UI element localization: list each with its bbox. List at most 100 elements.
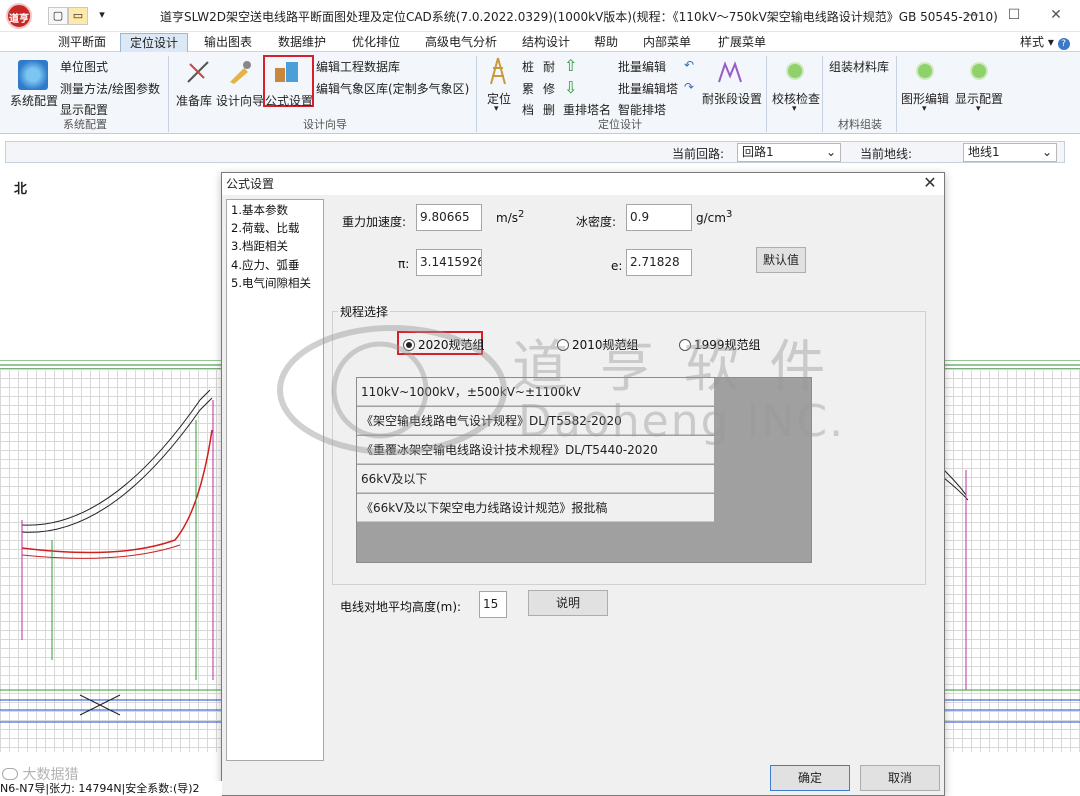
undo-icon[interactable]: ↶ [684, 58, 694, 72]
tab-survey[interactable]: 测平断面 [56, 33, 108, 52]
minimize-button[interactable]: — [952, 4, 992, 26]
check-dropdown-icon[interactable]: ▾ [792, 104, 797, 114]
style-menu[interactable]: 样式 ▾ ? [1018, 33, 1072, 52]
ok-button[interactable]: 确定 [770, 765, 850, 791]
system-config-icon[interactable] [18, 60, 48, 90]
quick-access-dropdown-icon[interactable]: ▾ [92, 7, 112, 25]
formula-setting-icon [272, 58, 302, 86]
watermark-subtext: Daoheng INC. [518, 396, 846, 447]
open-folder-icon[interactable]: ▭ [68, 7, 88, 25]
display-config-small-button[interactable]: 显示配置 [60, 101, 108, 118]
tree-item-load[interactable]: 2.荷载、比载 [231, 220, 299, 236]
material-library-button[interactable]: 组装材料库 [829, 58, 889, 75]
ice-density-label: 冰密度: [576, 215, 617, 229]
formula-setting-dialog: 公式设置 ✕ 1.基本参数 2.荷载、比载 3.档距相关 4.应力、弧垂 5.电… [221, 172, 945, 796]
prepare-library-icon [184, 58, 212, 86]
ribbon-separator [476, 56, 477, 132]
arrow-down-icon[interactable]: ⇩ [564, 78, 577, 97]
batch-edit-button[interactable]: 批量编辑 [618, 58, 666, 75]
loop-select[interactable]: 回路1 ⌄ [737, 143, 841, 162]
window-title: 道亨SLW2D架空送电线路平断面图处理及定位CAD系统(7.0.2022.032… [160, 10, 998, 24]
design-wizard-icon [226, 58, 254, 86]
gravity-unit: m/s2 [496, 209, 525, 225]
tab-help[interactable]: 帮助 [592, 33, 620, 52]
display-config-dropdown-icon[interactable]: ▾ [976, 104, 981, 114]
list-item[interactable]: 《66kV及以下架空电力线路设计规范》报批稿 [357, 494, 714, 522]
tree-item-stress[interactable]: 4.应力、弧垂 [231, 257, 299, 273]
profile-drawing-right [944, 360, 1080, 723]
pile-button[interactable]: 桩 [522, 58, 534, 75]
ribbon-separator [766, 56, 767, 132]
list-item[interactable]: 66kV及以下 [357, 465, 714, 493]
explain-button[interactable]: 说明 [528, 590, 608, 616]
accumulate-button[interactable]: 累 [522, 80, 534, 97]
settings-tree: 1.基本参数 2.荷载、比载 3.档距相关 4.应力、弧垂 5.电气间隙相关 [226, 199, 324, 761]
tab-output[interactable]: 输出图表 [202, 33, 254, 52]
redo-icon[interactable]: ↷ [684, 80, 694, 94]
pi-input[interactable]: 3.14159265 [416, 249, 482, 276]
e-input[interactable]: 2.71828 [626, 249, 692, 276]
modify-button[interactable]: 修 [543, 80, 555, 97]
tab-optimize[interactable]: 优化排位 [350, 33, 402, 52]
app-logo[interactable]: 道亨 [6, 3, 32, 29]
dialog-title: 公式设置 [222, 173, 944, 195]
positioning-button[interactable]: 定位 [487, 90, 511, 107]
design-wizard-button[interactable]: 设计向导 [216, 92, 264, 109]
wire-height-label: 电线对地平均高度(m): [340, 600, 462, 614]
e-label: e: [611, 259, 623, 273]
ice-density-input[interactable]: 0.9 [626, 204, 692, 231]
default-value-button[interactable]: 默认值 [756, 247, 806, 273]
tab-data[interactable]: 数据维护 [276, 33, 328, 52]
group-label-material: 材料组装 [838, 118, 882, 131]
ribbon-separator [822, 56, 823, 132]
cancel-button[interactable]: 取消 [860, 765, 940, 791]
smart-tower-button[interactable]: 智能排塔 [618, 101, 666, 118]
tab-positioning[interactable]: 定位设计 [120, 33, 188, 52]
tension-segment-icon [716, 58, 744, 86]
tab-structure[interactable]: 结构设计 [520, 33, 572, 52]
ice-density-unit: g/cm3 [696, 209, 733, 225]
tab-internal[interactable]: 内部菜单 [641, 33, 693, 52]
gravity-input[interactable]: 9.80665 [416, 204, 482, 231]
dialog-close-button[interactable]: ✕ [920, 173, 940, 195]
formula-setting-button[interactable]: 公式设置 [265, 92, 313, 109]
group-label-system: 系统配置 [63, 118, 107, 131]
maximize-button[interactable]: ☐ [994, 4, 1034, 26]
arrow-up-icon[interactable]: ⇧ [564, 56, 577, 75]
watermark-logo [277, 325, 507, 455]
graphic-edit-dropdown-icon[interactable]: ▾ [922, 104, 927, 114]
current-ground-label: 当前地线: [860, 147, 913, 161]
prepare-library-button[interactable]: 准备库 [176, 92, 212, 109]
tension-segment-button[interactable]: 耐张段设置 [702, 90, 762, 107]
archive-button[interactable]: 档 [522, 101, 534, 118]
positioning-tower-icon [487, 56, 509, 86]
watermark-text: 道 亨 软 件 [512, 335, 832, 400]
survey-method-button[interactable]: 测量方法/绘图参数 [60, 80, 160, 97]
tab-electrical[interactable]: 高级电气分析 [423, 33, 499, 52]
tree-item-clearance[interactable]: 5.电气间隙相关 [231, 275, 311, 291]
tab-extend[interactable]: 扩展菜单 [716, 33, 768, 52]
bottom-status: N6-N7导|张力: 14794N|安全系数:(导)2 [0, 781, 222, 796]
group-label-position: 定位设计 [598, 118, 642, 131]
tree-item-basic[interactable]: 1.基本参数 [231, 202, 288, 218]
tension-button[interactable]: 耐 [543, 58, 555, 75]
delete-button[interactable]: 删 [543, 101, 555, 118]
chevron-down-icon: ⌄ [825, 145, 836, 159]
new-file-icon[interactable]: ▢ [48, 7, 68, 25]
ribbon-separator [896, 56, 897, 132]
batch-edit-tower-button[interactable]: 批量编辑塔 [618, 80, 678, 97]
rename-towers-button[interactable]: 重排塔名 [563, 101, 611, 118]
close-window-button[interactable]: ✕ [1036, 4, 1076, 26]
graphic-edit-icon [916, 62, 934, 80]
ribbon-separator [168, 56, 169, 132]
wire-height-input[interactable]: 15 [479, 591, 507, 618]
ground-select[interactable]: 地线1 ⌄ [963, 143, 1057, 162]
unit-legend-button[interactable]: 单位图式 [60, 58, 108, 75]
help-icon[interactable]: ? [1057, 38, 1070, 50]
north-label: 北 [14, 182, 28, 197]
edit-weather-db-link[interactable]: 编辑气象区库(定制多气象区) [316, 80, 469, 97]
positioning-dropdown-icon[interactable]: ▾ [494, 104, 499, 114]
edit-project-db-link[interactable]: 编辑工程数据库 [316, 58, 400, 75]
system-config-button[interactable]: 系统配置 [10, 92, 58, 109]
tree-item-span[interactable]: 3.档距相关 [231, 238, 288, 254]
